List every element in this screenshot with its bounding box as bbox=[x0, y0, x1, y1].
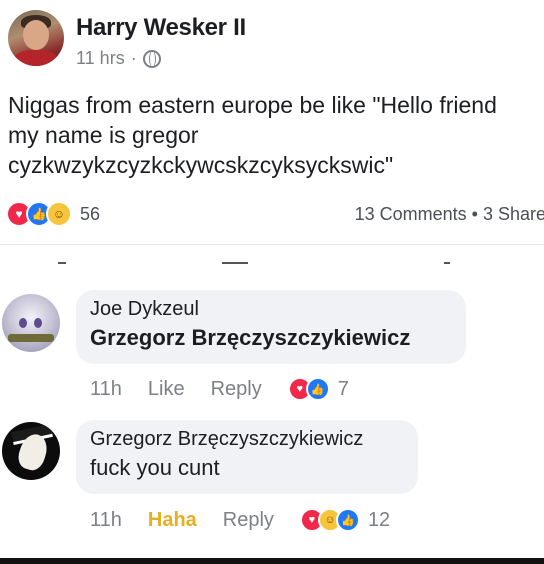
author-name[interactable]: Harry Wesker II bbox=[76, 14, 246, 42]
post-time-row: 11 hrs · bbox=[76, 48, 246, 69]
haha-icon[interactable]: ☺ bbox=[46, 201, 72, 227]
comment: Joe Dykzeul Grzegorz Brzęczyszczykiewicz… bbox=[0, 290, 544, 410]
reply-button[interactable]: Reply bbox=[211, 378, 262, 401]
reply-button[interactable]: Reply bbox=[223, 509, 274, 532]
post-meta: Harry Wesker II 11 hrs · bbox=[76, 14, 246, 69]
haha-button[interactable]: Haha bbox=[148, 509, 197, 532]
post-header: Harry Wesker II 11 hrs · bbox=[8, 10, 246, 69]
comment-bubble: Joe Dykzeul Grzegorz Brzęczyszczykiewicz bbox=[76, 290, 466, 364]
comment-reaction-count[interactable]: 7 bbox=[338, 378, 349, 401]
reaction-count[interactable]: 56 bbox=[80, 204, 100, 225]
post-time[interactable]: 11 hrs bbox=[76, 48, 125, 69]
like-icon[interactable]: 👍 bbox=[335, 508, 360, 532]
divider bbox=[58, 262, 66, 264]
bottom-edge bbox=[0, 558, 544, 564]
post-text-line: my name is gregor bbox=[8, 122, 199, 148]
like-button[interactable]: Like bbox=[148, 378, 185, 401]
comment-text: fuck you cunt bbox=[90, 455, 220, 480]
divider bbox=[222, 262, 248, 264]
comment-bubble: Grzegorz Brzęczyszczykiewicz fuck you cu… bbox=[76, 420, 418, 494]
divider bbox=[444, 262, 450, 264]
commenter-name[interactable]: Joe Dykzeul bbox=[90, 298, 452, 321]
time-separator: · bbox=[130, 48, 137, 68]
engagement-summary[interactable]: 13 Comments • 3 Share bbox=[355, 204, 544, 225]
author-avatar[interactable] bbox=[8, 10, 64, 66]
comment: Grzegorz Brzęczyszczykiewicz fuck you cu… bbox=[0, 420, 544, 550]
comment-actions: 11h Like Reply ♥ 👍 7 bbox=[90, 377, 349, 401]
commenter-avatar[interactable] bbox=[2, 294, 60, 352]
reactions-bar: ♥ 👍 ☺ 56 13 Comments • 3 Share bbox=[6, 200, 544, 228]
post-text-line: cyzkwzykzcyzkckywcskzcyksyckswic" bbox=[8, 152, 394, 178]
divider bbox=[0, 244, 544, 245]
comment-reaction-count[interactable]: 12 bbox=[368, 509, 390, 532]
comment-actions: 11h Haha Reply ♥ ☺ 👍 12 bbox=[90, 508, 390, 532]
comment-text: Grzegorz Brzęczyszczykiewicz bbox=[90, 325, 411, 350]
comment-time[interactable]: 11h bbox=[90, 509, 122, 532]
commenter-name[interactable]: Grzegorz Brzęczyszczykiewicz bbox=[90, 428, 404, 451]
post-text-line: Niggas from eastern europe be like "Hell… bbox=[8, 92, 497, 118]
comment-time[interactable]: 11h bbox=[90, 378, 122, 401]
commenter-avatar[interactable] bbox=[2, 422, 60, 480]
globe-icon bbox=[142, 49, 161, 68]
like-icon[interactable]: 👍 bbox=[305, 377, 330, 401]
post-text: Niggas from eastern europe be like "Hell… bbox=[8, 90, 538, 180]
